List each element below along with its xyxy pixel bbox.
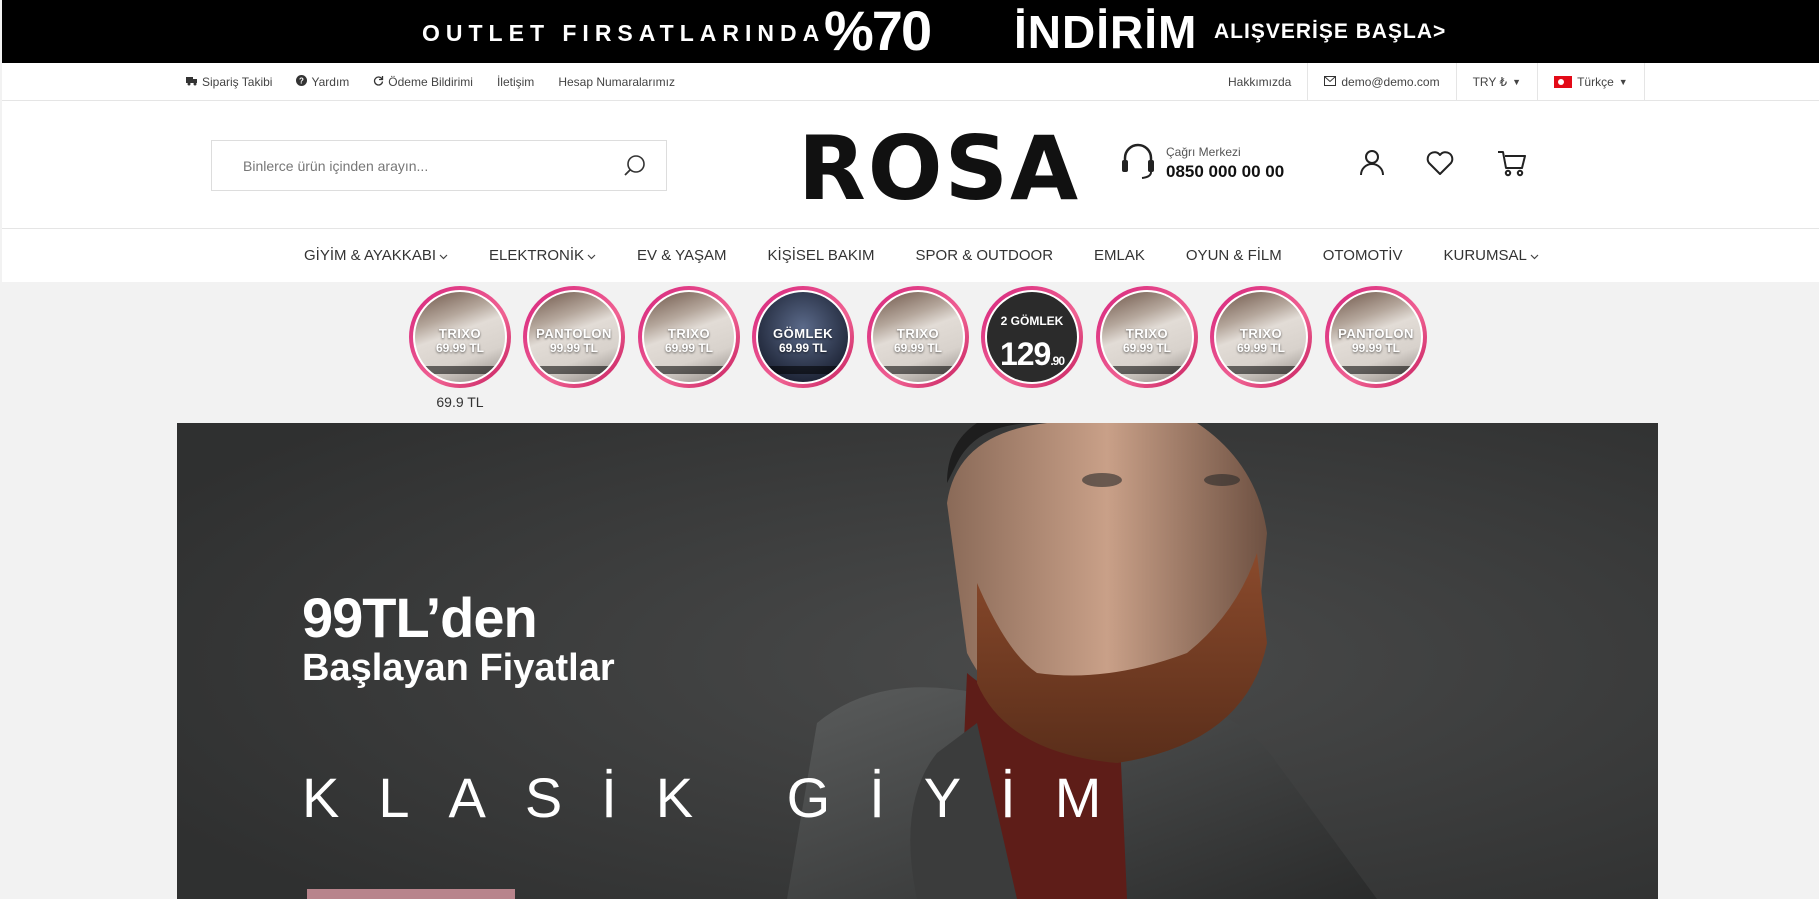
story-carousel: TRIXO 69.99 TL PANTOLON 99.99 TL TRIXO 69.9… <box>0 282 1819 423</box>
chevron-down-icon <box>587 247 596 264</box>
user-icon[interactable] <box>1356 147 1388 179</box>
nav-item-home[interactable]: EV & YAŞAM <box>637 247 726 264</box>
utility-links: Sipariş Takibi ? Yardım Ödeme Bildirimi … <box>186 63 675 101</box>
story-title: GÖMLEK <box>772 326 834 341</box>
story-price-decimal: .90 <box>1050 354 1065 368</box>
nav-label: KURUMSAL <box>1443 247 1527 264</box>
story-price: 69.99 TL <box>435 341 485 355</box>
promo-cta-link[interactable]: ALIŞVERİŞE BAŞLA> <box>1214 20 1446 44</box>
story-title: TRIXO <box>896 326 940 341</box>
svg-text:?: ? <box>300 77 305 86</box>
nav-label: GİYİM & AYAKKABI <box>304 247 436 264</box>
nav-item-electronics[interactable]: ELEKTRONİK <box>489 247 596 264</box>
language-label: Türkçe <box>1577 75 1614 89</box>
header: ROSA Çağrı Merkezi 0850 000 00 00 <box>2 101 1819 229</box>
nav-item-real-estate[interactable]: EMLAK <box>1094 247 1145 264</box>
story-title: PANTOLON <box>536 326 612 341</box>
nav-item-sport[interactable]: SPOR & OUTDOOR <box>916 247 1054 264</box>
order-tracking-link[interactable]: Sipariş Takibi <box>186 75 272 89</box>
nav-item-personal-care[interactable]: KİŞİSEL BAKIM <box>768 247 875 264</box>
currency-label: TRY ₺ <box>1472 75 1508 89</box>
story-title: PANTOLON <box>1338 326 1414 341</box>
promo-banner[interactable]: OUTLET FIRSATLARINDA %70 İNDİRİM ALIŞVER… <box>2 0 1819 63</box>
caret-down-icon: ▼ <box>1512 77 1522 87</box>
email-label: demo@demo.com <box>1341 75 1440 89</box>
story-price: 99.99 TL <box>1351 341 1401 355</box>
utility-bar: Sipariş Takibi ? Yardım Ödeme Bildirimi … <box>2 63 1819 101</box>
refresh-icon <box>373 75 384 89</box>
mail-icon <box>1324 75 1337 89</box>
story-price: 69.99 TL <box>893 341 943 355</box>
caret-down-icon: ▼ <box>1618 77 1628 87</box>
question-icon: ? <box>296 75 308 89</box>
story-item[interactable]: PANTOLON 99.99 TL <box>523 286 625 388</box>
contact-link[interactable]: İletişim <box>497 75 534 89</box>
story-price: 129 <box>999 336 1051 372</box>
chevron-down-icon <box>439 247 448 264</box>
story-price: 69.99 TL <box>1122 341 1172 355</box>
promo-text: OUTLET FIRSATLARINDA <box>422 20 826 46</box>
turkey-flag-icon <box>1554 76 1573 88</box>
nav-item-clothing[interactable]: GİYİM & AYAKKABI <box>304 247 448 264</box>
bank-accounts-link[interactable]: Hesap Numaralarımız <box>558 75 675 89</box>
story-item[interactable]: TRIXO 69.99 TL <box>638 286 740 388</box>
chevron-down-icon <box>1530 247 1539 264</box>
story-price: 69.99 TL <box>778 341 828 355</box>
story-price-big: 129.90 <box>987 336 1077 373</box>
story-title: TRIXO <box>667 326 711 341</box>
hero-cta-button[interactable] <box>307 889 515 899</box>
promo-percent: %70 <box>824 0 932 62</box>
story-item[interactable]: GÖMLEK 69.99 TL <box>752 286 854 388</box>
email-link[interactable]: demo@demo.com <box>1307 63 1455 101</box>
story-item[interactable]: 2 GÖMLEK 129.90 <box>981 286 1083 388</box>
site-logo[interactable]: ROSA <box>798 125 1080 213</box>
search-box <box>211 140 667 191</box>
story-price: 69.99 TL <box>1236 341 1286 355</box>
story-title: TRIXO <box>1239 326 1283 341</box>
story-item[interactable]: TRIXO 69.99 TL <box>1096 286 1198 388</box>
promo-discount: İNDİRİM <box>1014 6 1198 58</box>
story-item[interactable]: PANTOLON 99.99 TL <box>1325 286 1427 388</box>
call-center-label: Çağrı Merkezi <box>1166 145 1241 159</box>
story-title: TRIXO <box>438 326 482 341</box>
story-item[interactable]: TRIXO 69.99 TL <box>867 286 969 388</box>
order-tracking-label: Sipariş Takibi <box>202 75 273 89</box>
language-select[interactable]: Türkçe ▼ <box>1537 63 1645 101</box>
nav-label: ELEKTRONİK <box>489 247 585 264</box>
hero-category-title: KLASİK GİYİM <box>302 766 1141 829</box>
nav-item-corporate[interactable]: KURUMSAL <box>1443 247 1539 264</box>
help-link[interactable]: ? Yardım <box>296 75 349 89</box>
story-item[interactable]: TRIXO 69.99 TL <box>1210 286 1312 388</box>
headset-icon <box>1120 141 1156 186</box>
payment-notice-label: Ödeme Bildirimi <box>388 75 473 89</box>
search-input[interactable] <box>212 141 612 190</box>
story-price: 69.99 TL <box>664 341 714 355</box>
hero-headline: 99TL’den <box>302 586 538 649</box>
story-title: 2 GÖMLEK <box>1000 314 1064 328</box>
heart-icon[interactable] <box>1424 147 1456 179</box>
utility-right: Hakkımızda demo@demo.com TRY ₺ ▼ Türkçe … <box>1212 63 1645 101</box>
story-price: 99.99 TL <box>549 341 599 355</box>
hero-subheadline: Başlayan Fiyatlar <box>302 647 615 689</box>
call-center-info: Çağrı Merkezi 0850 000 00 00 <box>1166 145 1284 182</box>
story-price-label: 69.9 TL <box>436 394 484 410</box>
call-center: Çağrı Merkezi 0850 000 00 00 <box>1120 141 1284 186</box>
cart-icon[interactable] <box>1496 147 1528 179</box>
story-title: TRIXO <box>1125 326 1169 341</box>
search-icon[interactable] <box>622 153 648 179</box>
call-center-number[interactable]: 0850 000 00 00 <box>1166 162 1284 182</box>
story-item[interactable]: TRIXO 69.99 TL <box>409 286 511 388</box>
currency-select[interactable]: TRY ₺ ▼ <box>1455 63 1537 101</box>
about-link[interactable]: Hakkımızda <box>1212 63 1307 101</box>
help-label: Yardım <box>311 75 350 89</box>
nav-item-automotive[interactable]: OTOMOTİV <box>1323 247 1403 264</box>
hero-banner[interactable]: 99TL’den Başlayan Fiyatlar KLASİK GİYİM <box>177 423 1658 899</box>
nav-item-games-film[interactable]: OYUN & FİLM <box>1186 247 1282 264</box>
payment-notice-link[interactable]: Ödeme Bildirimi <box>373 75 473 89</box>
truck-icon <box>186 75 198 89</box>
main-navigation: GİYİM & AYAKKABI ELEKTRONİK EV & YAŞAM K… <box>2 229 1819 282</box>
